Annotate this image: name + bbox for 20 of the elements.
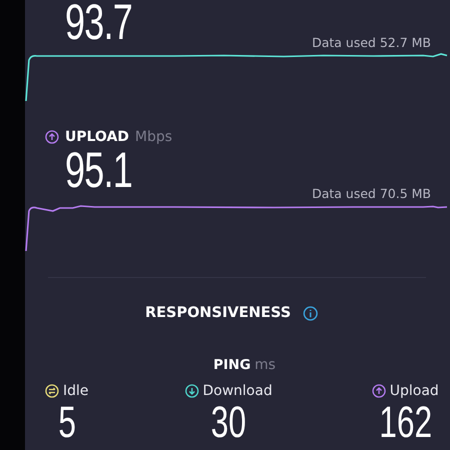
- info-icon[interactable]: [302, 306, 318, 320]
- responsiveness-title: RESPONSIVENESS: [145, 305, 291, 321]
- download-icon: [184, 384, 199, 398]
- ping-type-label: Upload: [390, 383, 439, 399]
- data-used-text: Data used 70.5 MB: [312, 186, 431, 201]
- ping-value: 30: [210, 401, 246, 445]
- upload-label: UPLOAD: [65, 129, 130, 145]
- upload-icon: [372, 384, 386, 398]
- upload-unit: Mbps: [135, 129, 172, 145]
- upload-icon: [45, 130, 59, 144]
- ping-type-label: Download: [202, 383, 272, 399]
- ping-value: 5: [58, 401, 76, 445]
- swap-icon: [45, 384, 59, 398]
- download-speed: 93.7: [65, 0, 134, 47]
- ping-type-label: Idle: [63, 383, 89, 399]
- ping-unit: ms: [254, 357, 276, 373]
- data-used-text: Data used 52.7 MB: [312, 35, 431, 50]
- upload-speed: 95.1: [65, 145, 134, 195]
- ping-label: PING: [213, 357, 251, 373]
- ping-value: 162: [378, 401, 432, 445]
